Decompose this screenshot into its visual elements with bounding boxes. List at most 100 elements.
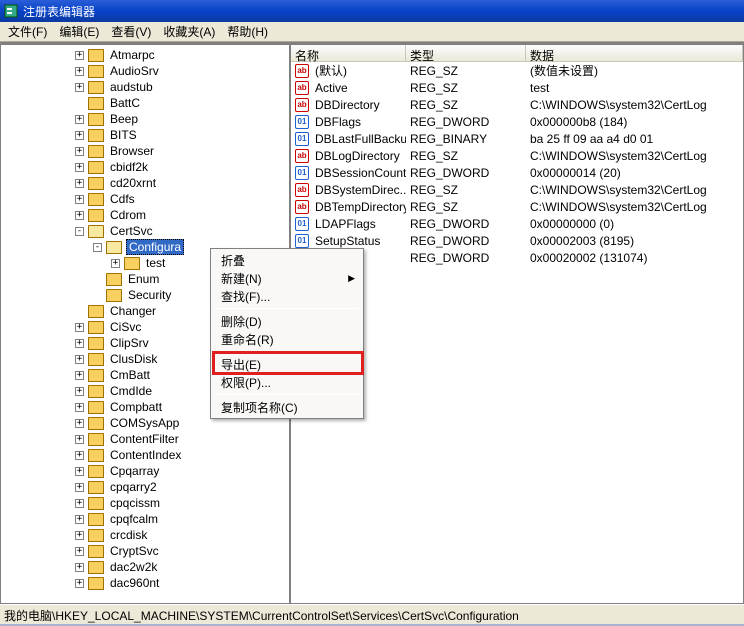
expand-icon[interactable]: + <box>75 435 84 444</box>
col-data[interactable]: 数据 <box>526 45 743 61</box>
tree-item[interactable]: +cpqfcalm <box>1 511 289 527</box>
menu-file[interactable]: 文件(F) <box>2 21 53 42</box>
tree-item[interactable]: BattC <box>1 95 289 111</box>
folder-icon <box>88 65 104 78</box>
ctx-rename[interactable]: 重命名(R) <box>213 330 361 348</box>
expand-icon <box>75 99 84 108</box>
expand-icon[interactable]: + <box>75 131 84 140</box>
tree-item[interactable]: +BITS <box>1 127 289 143</box>
col-name[interactable]: 名称 <box>291 45 406 61</box>
expand-icon[interactable]: + <box>75 547 84 556</box>
separator <box>215 308 359 309</box>
ctx-export[interactable]: 导出(E) <box>213 355 361 373</box>
list-row[interactable]: abDBSystemDirec...REG_SZC:\WINDOWS\syste… <box>291 181 743 198</box>
ctx-delete[interactable]: 删除(D) <box>213 312 361 330</box>
tree-item[interactable]: + CryptSvc <box>1 543 289 559</box>
tree-label: Security <box>126 288 173 302</box>
tree-item[interactable]: +Cdrom <box>1 207 289 223</box>
expand-icon[interactable]: + <box>75 483 84 492</box>
tree-item[interactable]: +audstub <box>1 79 289 95</box>
expand-icon[interactable]: + <box>75 115 84 124</box>
folder-icon <box>88 481 104 494</box>
expand-icon[interactable]: + <box>75 195 84 204</box>
folder-icon <box>88 97 104 110</box>
list-row[interactable]: 01DBFlagsREG_DWORD0x000000b8 (184) <box>291 113 743 130</box>
expand-icon[interactable]: + <box>75 467 84 476</box>
tree-item[interactable]: +Atmarpc <box>1 47 289 63</box>
expand-icon[interactable]: + <box>75 451 84 460</box>
tree-item[interactable]: +cpqarry2 <box>1 479 289 495</box>
expand-icon[interactable]: + <box>75 211 84 220</box>
expand-icon[interactable]: + <box>75 515 84 524</box>
tree-item[interactable]: +AudioSrv <box>1 63 289 79</box>
tree-item[interactable]: +crcdisk <box>1 527 289 543</box>
tree-item[interactable]: +dac2w2k <box>1 559 289 575</box>
ctx-copykey[interactable]: 复制项名称(C) <box>213 398 361 416</box>
cell-data: 0x00020002 (131074) <box>526 251 743 265</box>
expand-icon[interactable]: + <box>75 563 84 572</box>
list-row[interactable]: abDBTempDirectoryREG_SZC:\WINDOWS\system… <box>291 198 743 215</box>
list-row[interactable]: abActiveREG_SZtest <box>291 79 743 96</box>
tree-item[interactable]: -CertSvc <box>1 223 289 239</box>
tree-label: Compbatt <box>108 400 164 414</box>
cell-name: DBLogDirectory <box>311 149 406 163</box>
expand-icon[interactable]: + <box>75 579 84 588</box>
expand-icon[interactable]: + <box>75 179 84 188</box>
expand-icon[interactable]: - <box>75 227 84 236</box>
tree-item[interactable]: + cbidf2k <box>1 159 289 175</box>
tree-item[interactable]: +Cpqarray <box>1 463 289 479</box>
menu-view[interactable]: 查看(V) <box>105 21 157 42</box>
tree-label: CryptSvc <box>108 544 161 558</box>
tree-item[interactable]: +cpqcissm <box>1 495 289 511</box>
expand-icon[interactable]: + <box>75 163 84 172</box>
expand-icon[interactable]: + <box>75 51 84 60</box>
ctx-new[interactable]: 新建(N)▶ <box>213 269 361 287</box>
tree-item[interactable]: +dac960nt <box>1 575 289 591</box>
expand-icon[interactable]: + <box>111 259 120 268</box>
expand-icon[interactable]: + <box>75 419 84 428</box>
ctx-collapse[interactable]: 折叠 <box>213 251 361 269</box>
folder-icon <box>88 385 104 398</box>
folder-icon <box>88 561 104 574</box>
expand-icon[interactable]: + <box>75 147 84 156</box>
binary-icon: 01 <box>295 234 309 248</box>
ctx-find[interactable]: 查找(F)... <box>213 287 361 305</box>
menu-favorites[interactable]: 收藏夹(A) <box>157 21 221 42</box>
expand-icon[interactable]: + <box>75 499 84 508</box>
folder-icon <box>106 289 122 302</box>
folder-icon <box>88 449 104 462</box>
list-row[interactable]: abDBDirectoryREG_SZC:\WINDOWS\system32\C… <box>291 96 743 113</box>
menu-help[interactable]: 帮助(H) <box>221 21 274 42</box>
expand-icon[interactable]: + <box>75 83 84 92</box>
expand-icon[interactable]: + <box>75 371 84 380</box>
menu-edit[interactable]: 编辑(E) <box>53 21 105 42</box>
expand-icon[interactable]: + <box>75 323 84 332</box>
folder-icon <box>88 81 104 94</box>
cell-data: ba 25 ff 09 aa a4 d0 01 <box>526 132 743 146</box>
cell-type: REG_DWORD <box>406 166 526 180</box>
expand-icon[interactable]: + <box>75 531 84 540</box>
ctx-permissions[interactable]: 权限(P)... <box>213 373 361 391</box>
expand-icon[interactable]: - <box>93 243 102 252</box>
tree-item[interactable]: +Browser <box>1 143 289 159</box>
list-row[interactable]: 01DBLastFullBackupREG_BINARYba 25 ff 09 … <box>291 130 743 147</box>
tree-label: cbidf2k <box>108 160 150 174</box>
tree-item[interactable]: +Beep <box>1 111 289 127</box>
expand-icon[interactable]: + <box>75 67 84 76</box>
string-icon: ab <box>295 149 309 163</box>
list-row[interactable]: abDBLogDirectoryREG_SZC:\WINDOWS\system3… <box>291 147 743 164</box>
expand-icon[interactable]: + <box>75 387 84 396</box>
tree-item[interactable]: +ContentIndex <box>1 447 289 463</box>
expand-icon[interactable]: + <box>75 339 84 348</box>
tree-item[interactable]: +cd20xrnt <box>1 175 289 191</box>
list-row[interactable]: 01SetupStatusREG_DWORD0x00002003 (8195) <box>291 232 743 249</box>
tree-item[interactable]: +Cdfs <box>1 191 289 207</box>
col-type[interactable]: 类型 <box>406 45 526 61</box>
expand-icon[interactable]: + <box>75 403 84 412</box>
tree-label: Changer <box>108 304 158 318</box>
expand-icon[interactable]: + <box>75 355 84 364</box>
tree-item[interactable]: +ContentFilter <box>1 431 289 447</box>
list-row[interactable]: 01LDAPFlagsREG_DWORD0x00000000 (0) <box>291 215 743 232</box>
list-row[interactable]: ab(默认)REG_SZ(数值未设置) <box>291 62 743 79</box>
list-row[interactable]: 01DBSessionCountREG_DWORD0x00000014 (20) <box>291 164 743 181</box>
